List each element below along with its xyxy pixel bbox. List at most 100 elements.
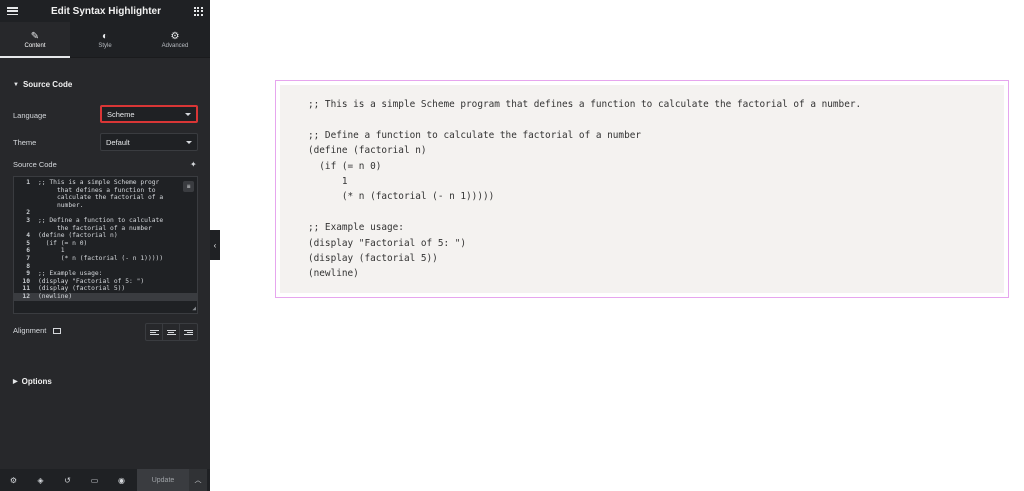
tab-content[interactable]: ✎ Content	[0, 22, 70, 58]
theme-select-value: Default	[106, 137, 130, 147]
editor-line: 12 (newline)	[14, 292, 197, 301]
resize-handle-icon[interactable]: ◢	[192, 305, 196, 312]
pencil-icon: ✎	[30, 31, 40, 42]
editor-line: calculate the factorial of a	[14, 194, 197, 202]
preview-eye-icon[interactable]: ◉	[108, 469, 135, 491]
editor-panel: Edit Syntax Highlighter ✎ Content ◐ Styl…	[0, 0, 210, 491]
line-text: ;; This is a simple Scheme progr	[38, 179, 160, 186]
code-line: 1	[308, 175, 348, 187]
code-line: (define (factorial n)	[308, 145, 427, 157]
panel-title: Edit Syntax Highlighter	[50, 5, 161, 17]
editor-line: 4 (define (factorial n)	[14, 232, 197, 240]
language-label: Language	[13, 111, 47, 120]
line-number	[14, 202, 38, 210]
code-line: ;; Define a function to calculate the fa…	[308, 129, 642, 141]
line-text: (define (factorial n)	[38, 232, 118, 240]
line-number: 12	[22, 292, 30, 300]
align-center-button[interactable]	[163, 324, 180, 340]
code-line: (newline)	[308, 268, 359, 280]
line-number: 7	[26, 254, 30, 262]
line-text: number.	[38, 201, 84, 209]
line-text: 1	[38, 247, 65, 255]
half-circle-icon: ◐	[101, 31, 109, 42]
code-line: ;; This is a simple Scheme program that …	[308, 99, 862, 110]
editor-line: 8	[14, 263, 197, 271]
editor-line: number.	[14, 202, 197, 210]
tab-style-label: Style	[98, 43, 112, 49]
line-number: 9	[26, 270, 30, 278]
gear-icon: ⚙	[170, 31, 180, 42]
line-number	[14, 194, 38, 202]
editor-line: the factorial of a number	[14, 225, 197, 233]
language-select[interactable]: Scheme	[100, 105, 198, 123]
editor-line: 3 ;; Define a function to calculate	[14, 217, 197, 225]
code-line: (if (= n 0)	[308, 160, 382, 172]
theme-select[interactable]: Default	[100, 133, 198, 151]
line-number	[14, 225, 38, 233]
align-right-button[interactable]	[180, 324, 197, 340]
editor-line: 11 (display (factorial 5))	[14, 285, 197, 293]
code-preview-block: ;; This is a simple Scheme program that …	[280, 85, 1004, 293]
history-icon[interactable]: ↺	[54, 469, 81, 491]
panel-tabs: ✎ Content ◐ Style ⚙ Advanced	[0, 22, 210, 58]
chevron-up-icon[interactable]: ︿	[189, 469, 207, 491]
collapse-panel-button[interactable]: ‹	[210, 230, 220, 260]
line-number: 2	[26, 209, 30, 217]
chevron-down-icon	[186, 140, 192, 144]
language-select-value: Scheme	[107, 109, 135, 119]
editor-line: 7 (* n (factorial (- n 1)))))	[14, 255, 197, 263]
code-line: (* n (factorial (- n 1)))))	[308, 191, 495, 203]
code-line: (display (factorial 5))	[308, 252, 438, 264]
line-text: the factorial of a number	[38, 224, 152, 232]
align-left-button[interactable]	[146, 324, 163, 340]
line-number: 6	[26, 247, 30, 255]
editor-lines: 1 ;; This is a simple Scheme progr that d…	[14, 179, 197, 301]
hamburger-menu-icon[interactable]	[7, 7, 18, 15]
alignment-label-text: Alignment	[13, 326, 47, 335]
line-number: 4	[26, 232, 30, 240]
desktop-monitor-icon[interactable]	[53, 328, 62, 335]
responsive-mode-icon[interactable]: ▭	[81, 469, 108, 491]
line-number: 10	[22, 277, 30, 285]
line-number: 1	[26, 179, 30, 186]
tab-style[interactable]: ◐ Style	[70, 22, 140, 57]
code-line: (display "Factorial of 5: ")	[308, 237, 467, 249]
editor-line: 6 1	[14, 247, 197, 255]
source-code-section-toggle[interactable]: ▼ Source Code	[13, 80, 72, 89]
editor-line: 5 (if (= n 0)	[14, 240, 197, 248]
line-text: that defines a function to	[38, 186, 156, 194]
source-code-editor[interactable]: 1 ;; This is a simple Scheme progr that d…	[13, 176, 198, 314]
source-code-label: Source Code	[13, 160, 57, 169]
line-text: (display "Factorial of 5: ")	[38, 277, 145, 285]
source-code-section-heading: Source Code	[22, 80, 73, 89]
panel-header: Edit Syntax Highlighter	[0, 0, 210, 22]
syntax-highlighter-widget[interactable]: ;; This is a simple Scheme program that …	[275, 80, 1009, 298]
line-text: (newline)	[38, 292, 73, 300]
widgets-grid-icon[interactable]	[193, 6, 203, 16]
code-line: ;; Example usage:	[308, 222, 404, 234]
editor-options-icon[interactable]: ≡	[183, 181, 194, 192]
line-text: (display (factorial 5))	[38, 285, 126, 293]
options-section-toggle[interactable]: ▶ Options	[13, 377, 52, 386]
line-text: ;; Define a function to calculate	[38, 216, 164, 224]
line-number: 8	[26, 262, 30, 270]
tab-advanced-label: Advanced	[161, 43, 189, 49]
line-text: calculate the factorial of a	[38, 194, 164, 202]
update-button[interactable]: Update	[137, 469, 189, 491]
settings-gear-icon[interactable]: ⚙	[0, 469, 27, 491]
line-number	[14, 187, 38, 195]
editor-line: 9 ;; Example usage:	[14, 270, 197, 278]
layers-icon[interactable]: ◈	[27, 469, 54, 491]
tab-advanced[interactable]: ⚙ Advanced	[140, 22, 210, 57]
line-number: 11	[22, 285, 30, 293]
editor-line: 1 ;; This is a simple Scheme progr	[14, 179, 197, 187]
editor-line: 2	[14, 209, 197, 217]
alignment-control	[145, 323, 198, 341]
line-text: (if (= n 0)	[38, 239, 88, 247]
alignment-label: Alignment	[13, 326, 62, 335]
ai-sparkle-icon[interactable]: ✦	[190, 160, 197, 169]
editor-line: that defines a function to	[14, 187, 197, 195]
line-number: 3	[26, 216, 30, 224]
options-section-heading: Options	[21, 377, 52, 386]
